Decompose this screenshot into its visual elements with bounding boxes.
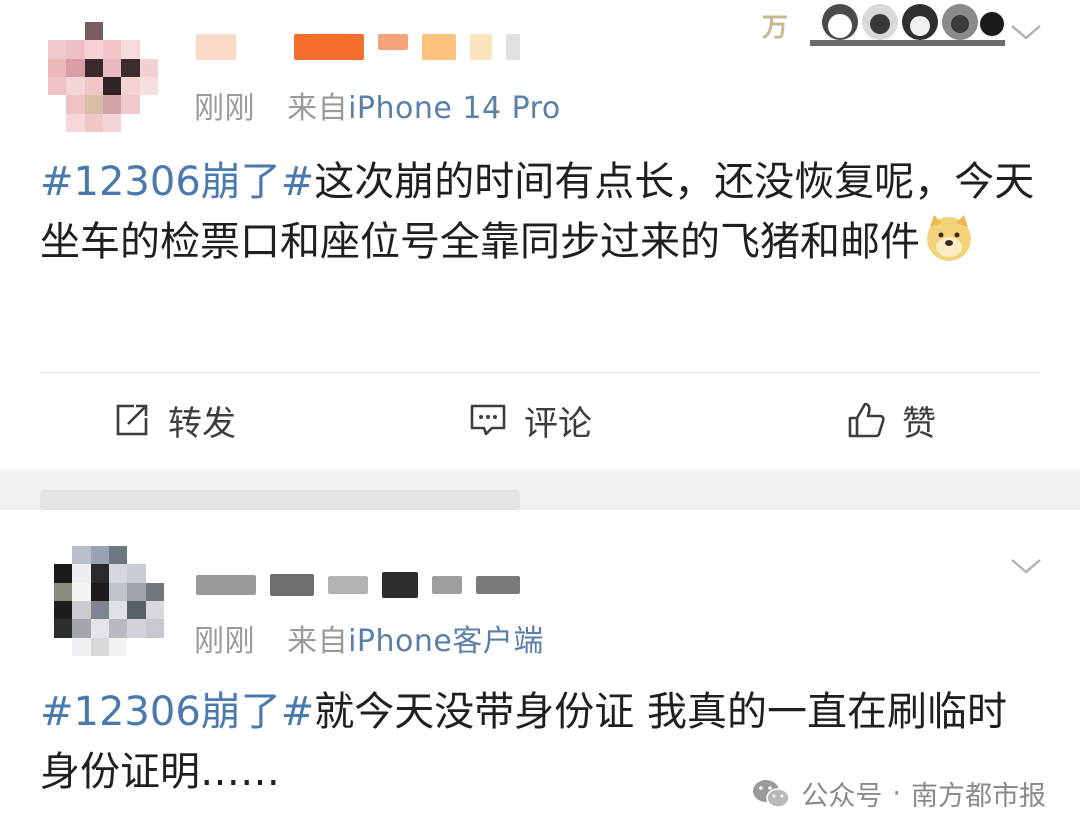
- avatar[interactable]: [54, 546, 164, 656]
- post-time: 刚刚: [194, 91, 255, 126]
- comment-icon: [470, 404, 506, 436]
- avatar[interactable]: [48, 22, 158, 132]
- post-text: #12306崩了#这次崩的时间有点长，还没恢复呢，今天坐车的检票口和座位号全靠同…: [40, 152, 1050, 272]
- repost-icon: [116, 404, 148, 436]
- wechat-icon: [753, 779, 791, 808]
- action-bar: 转发 评论 赞: [0, 390, 1080, 450]
- post-source[interactable]: iPhone 14 Pro: [348, 91, 561, 126]
- username-blurred[interactable]: [196, 572, 520, 598]
- watermark-account: 南方都市报: [911, 781, 1046, 812]
- hashtag-link[interactable]: #12306崩了#: [40, 689, 314, 735]
- weibo-post: 万 刚刚 来自iPhone 14 Pro #12306崩了#这次崩的时间有点长，…: [0, 0, 1080, 470]
- feed-separator: [0, 470, 1080, 510]
- repost-label: 转发: [168, 403, 236, 444]
- username-blurred[interactable]: [196, 34, 520, 60]
- comment-button[interactable]: 评论: [468, 390, 592, 450]
- watermark: 公众号 · 南方都市报: [751, 774, 1046, 813]
- source-prefix: 来自: [287, 91, 349, 126]
- post-source[interactable]: iPhone客户端: [348, 624, 544, 659]
- like-label: 赞: [902, 403, 936, 444]
- hashtag-link[interactable]: #12306崩了#: [40, 159, 314, 205]
- source-prefix: 来自: [287, 624, 349, 659]
- svg-text:万: 万: [762, 13, 788, 43]
- comment-label: 评论: [524, 403, 592, 444]
- doge-emoji-icon: [927, 215, 971, 261]
- post-meta: 刚刚 来自iPhone 14 Pro: [194, 83, 561, 127]
- watermark-platform: 公众号: [801, 781, 883, 812]
- post-meta: 刚刚 来自iPhone客户端: [194, 616, 544, 660]
- chevron-down-icon[interactable]: [1006, 20, 1046, 44]
- chevron-down-icon[interactable]: [1006, 554, 1046, 578]
- repost-button[interactable]: 转发: [112, 390, 236, 450]
- weibo-post: 刚刚 来自iPhone客户端 #12306崩了#就今天没带身份证 我真的一直在刷…: [0, 510, 1080, 837]
- watermark-separator: ·: [892, 778, 901, 809]
- divider: [40, 372, 1040, 373]
- avatar-decoration-sticker: 万: [760, 0, 1010, 48]
- like-button[interactable]: 赞: [846, 390, 936, 450]
- post-time: 刚刚: [194, 624, 255, 659]
- like-icon: [848, 402, 885, 438]
